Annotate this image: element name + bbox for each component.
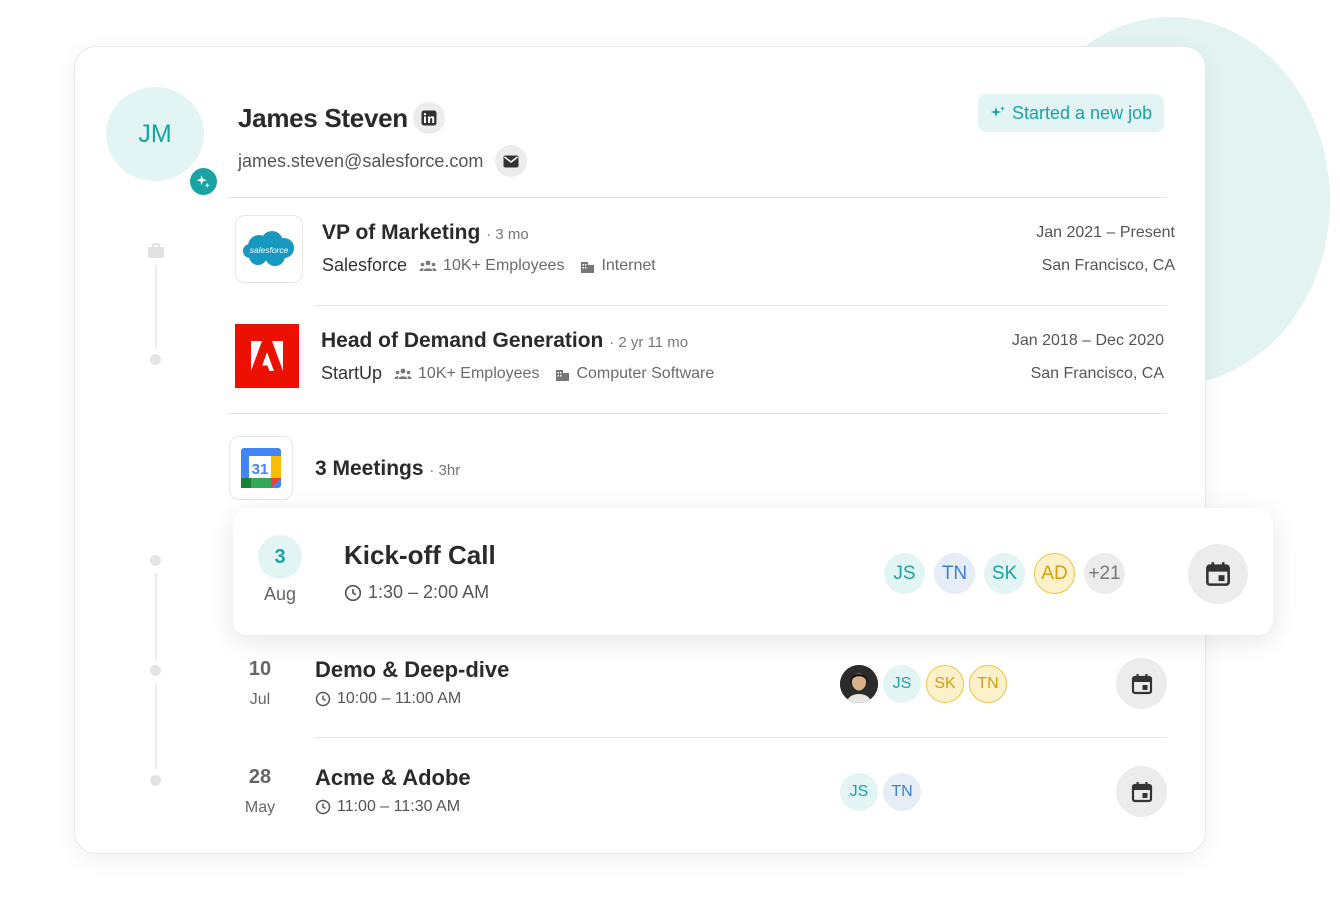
contact-card: JM James Steven james.steven@salesforce.… <box>74 46 1206 854</box>
attendee-chip[interactable]: TN <box>934 553 975 594</box>
header-divider <box>228 197 1167 198</box>
employee-count: 10K+ Employees <box>443 256 565 274</box>
company-name: StartUp <box>321 363 383 383</box>
timeline-dot <box>150 775 161 786</box>
sparkle-icon <box>196 174 211 189</box>
timeline-dot <box>150 354 161 365</box>
mail-icon <box>503 155 519 167</box>
linkedin-button[interactable] <box>413 102 445 134</box>
meeting-time-text: 10:00 – 11:00 AM <box>337 690 462 707</box>
briefcase-icon <box>148 243 164 258</box>
ai-sparkle-badge <box>190 168 217 195</box>
salesforce-logo[interactable]: salesforce <box>235 215 303 283</box>
attendee-chip[interactable]: JS <box>884 553 925 594</box>
salesforce-logo-text: salesforce <box>250 245 289 255</box>
attendee-chip[interactable]: SK <box>984 553 1025 594</box>
meeting-date-2: 10 Jul <box>235 658 285 709</box>
industry: Internet <box>601 256 656 274</box>
job-divider <box>314 305 1167 306</box>
job-dates-2: Jan 2018 – Dec 2020 <box>1011 332 1164 349</box>
job-title-2: Head of Demand Generation · 2 yr 11 mo <box>321 329 688 353</box>
meeting-month: Aug <box>263 584 297 604</box>
calendar-button-3[interactable] <box>1116 766 1167 817</box>
building-icon <box>556 369 570 381</box>
employee-count: 10K+ Employees <box>418 364 540 382</box>
adobe-icon <box>251 341 283 371</box>
avatar: JM <box>106 87 204 181</box>
sparkle-icon <box>991 106 1005 117</box>
linkedin-icon <box>421 110 437 126</box>
job-company-row-1: Salesforce 10K+ Employees Internet <box>322 255 656 276</box>
meeting-title-2[interactable]: Demo & Deep-dive <box>315 657 509 683</box>
meeting-day: 10 <box>248 658 272 680</box>
meeting-time-2: 10:00 – 11:00 AM <box>315 690 461 708</box>
clock-icon <box>344 584 362 601</box>
contact-email: james.steven@salesforce.com <box>238 151 484 171</box>
meeting-divider <box>314 737 1167 738</box>
job-dates-1: Jan 2021 – Present <box>1036 224 1175 241</box>
job-duration: · 2 yr 11 mo <box>609 334 689 351</box>
company-name: Salesforce <box>322 255 408 275</box>
meetings-header: 3 Meetings · 3hr <box>315 457 460 481</box>
started-new-job-badge[interactable]: Started a new job <box>978 94 1165 132</box>
attendee-chip[interactable]: JS <box>883 665 921 703</box>
timeline-dot <box>150 665 161 676</box>
google-calendar-logo[interactable]: 31 <box>229 436 293 500</box>
attendee-chip[interactable]: TN <box>969 665 1007 703</box>
contact-name: James Steven <box>238 103 408 133</box>
building-icon <box>581 261 595 273</box>
clock-icon <box>315 799 331 815</box>
person-photo-icon <box>840 665 878 703</box>
people-icon <box>419 260 437 271</box>
calendar-icon <box>1131 673 1152 694</box>
calendar-button-1[interactable] <box>1188 544 1248 604</box>
meeting-title-1[interactable]: Kick-off Call <box>344 540 496 571</box>
section-divider <box>228 413 1167 414</box>
attendee-chip[interactable]: TN <box>883 773 921 811</box>
industry: Computer Software <box>576 364 715 382</box>
meeting-time-text: 1:30 – 2:00 AM <box>368 582 490 602</box>
job-title-text: VP of Marketing <box>322 221 481 244</box>
meeting-month: Jul <box>249 691 271 708</box>
adobe-logo[interactable] <box>235 324 299 388</box>
calendar-icon <box>1131 781 1152 802</box>
meeting-time-1: 1:30 – 2:00 AM <box>344 582 489 603</box>
salesforce-cloud-icon: salesforce <box>243 231 294 266</box>
job-location-2: San Francisco, CA <box>1030 365 1164 382</box>
more-attendees-chip[interactable]: +21 <box>1084 553 1125 594</box>
job-location-1: San Francisco, CA <box>1041 257 1175 274</box>
meeting-time-3: 11:00 – 11:30 AM <box>315 798 460 816</box>
meeting-month: May <box>244 799 276 816</box>
attendee-chip[interactable]: JS <box>840 773 878 811</box>
meetings-count: 3 Meetings <box>315 457 424 480</box>
status-pill-label: Started a new job <box>1012 102 1153 123</box>
job-title-1: VP of Marketing · 3 mo <box>322 221 529 245</box>
attendee-chip[interactable]: AD <box>1034 553 1075 594</box>
meeting-day: 28 <box>248 766 272 788</box>
timeline-line <box>155 265 157 349</box>
timeline-line <box>155 683 157 769</box>
avatar-initials: JM <box>138 119 172 148</box>
attendee-chip[interactable]: SK <box>926 665 964 703</box>
job-company-row-2: StartUp 10K+ Employees Computer Software <box>321 363 714 384</box>
calendar-button-2[interactable] <box>1116 658 1167 709</box>
meetings-duration: · 3hr <box>429 462 461 479</box>
calendar-day-number: 31 <box>252 461 269 478</box>
calendar-icon <box>1206 562 1230 586</box>
timeline-line <box>155 573 157 661</box>
timeline-dot <box>150 555 161 566</box>
meeting-day-badge: 3 <box>258 535 302 579</box>
job-duration: · 3 mo <box>486 226 529 243</box>
google-calendar-icon: 31 <box>241 448 281 488</box>
job-title-text: Head of Demand Generation <box>321 329 604 352</box>
meeting-date-3: 28 May <box>235 766 285 817</box>
attendee-photo-avatar[interactable] <box>840 665 878 703</box>
people-icon <box>394 368 412 379</box>
meeting-title-3[interactable]: Acme & Adobe <box>315 765 471 791</box>
featured-meeting-card[interactable]: 3 Aug Kick-off Call 1:30 – 2:00 AM JS TN… <box>233 508 1273 635</box>
clock-icon <box>315 691 331 707</box>
email-button[interactable] <box>495 145 527 177</box>
meeting-time-text: 11:00 – 11:30 AM <box>337 798 461 815</box>
